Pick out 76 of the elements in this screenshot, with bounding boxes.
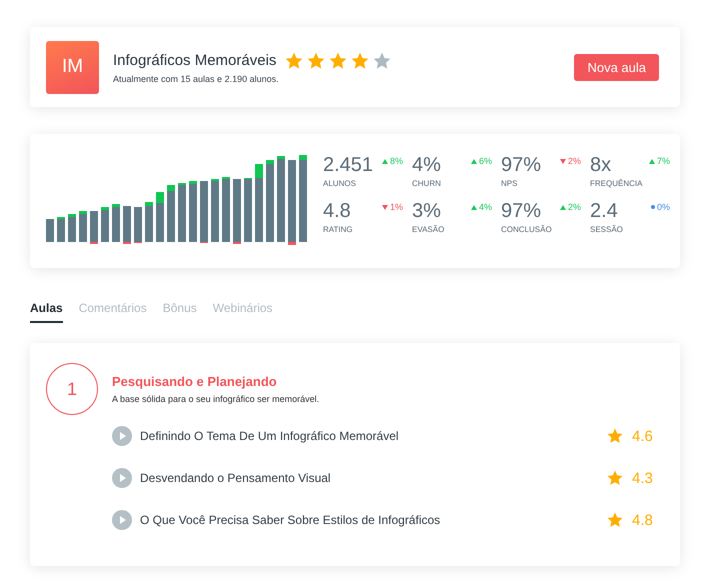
metric-change: 6% (478, 156, 492, 166)
star-icon (606, 427, 624, 445)
gain-bar (299, 155, 307, 160)
metric-value: 2.4 (590, 200, 618, 222)
metric-change: 0% (656, 202, 670, 212)
gain-bar (68, 214, 76, 217)
bar (112, 207, 120, 242)
metric-value: 2.451 (323, 154, 374, 176)
gain-bar (277, 156, 285, 159)
metric-value: 8x (590, 154, 612, 176)
course-title: Infográficos Memoráveis (113, 52, 276, 69)
lesson-rating: 4.3 (632, 470, 654, 486)
gain-bar (101, 207, 109, 210)
bar (90, 211, 98, 242)
metric-change: 7% (656, 156, 670, 166)
gain-bar (145, 202, 153, 206)
course-logo: IM (46, 40, 99, 94)
bar (222, 179, 230, 242)
metric-label: SESSÃO (590, 225, 624, 234)
gain-bar (255, 164, 263, 178)
tab[interactable]: Aulas (30, 298, 63, 323)
bar (200, 181, 208, 242)
module-title: Pesquisando e Planejando (112, 374, 278, 389)
lesson-title[interactable]: Desvendando o Pensamento Visual (140, 471, 598, 485)
metric-value: 3% (412, 200, 441, 222)
play-icon[interactable] (112, 426, 132, 446)
metric-change: 2% (568, 202, 581, 212)
play-icon[interactable] (112, 468, 132, 488)
bar (46, 219, 54, 242)
bar (134, 207, 142, 242)
metric-label: ALUNOS (323, 179, 357, 188)
bar (233, 179, 241, 242)
metric-value: 4.8 (323, 200, 351, 222)
bar (244, 179, 252, 242)
module-description: A base sólida para o seu infográfico ser memorável. (112, 394, 320, 404)
lesson-title[interactable]: O Que Você Precisa Saber Sobre Estilos de Infográficos (140, 513, 598, 527)
bar (57, 219, 65, 242)
metric-change: 8% (390, 156, 403, 166)
metric-value: 97% (501, 200, 542, 222)
metric-label: RATING (323, 225, 354, 234)
bar (68, 217, 76, 242)
metric-label: CONCLUSÃO (501, 225, 553, 234)
bar (255, 178, 263, 242)
lesson-rating: 4.8 (632, 512, 654, 528)
metric-label: CHURN (412, 179, 442, 188)
bar (167, 191, 175, 242)
metric-value: 4% (412, 154, 441, 176)
lesson-rating: 4.6 (632, 428, 654, 444)
course-subtitle: Atualmente com 15 aulas e 2.190 alunos. (113, 74, 280, 84)
metric-change: 1% (390, 202, 403, 212)
bar (101, 210, 109, 242)
loss-bar (288, 242, 296, 245)
metric-label: EVASÃO (412, 225, 446, 234)
gain-bar (79, 211, 87, 214)
gain-bar (189, 181, 197, 184)
star-icon (606, 469, 624, 487)
gain-bar (112, 204, 120, 207)
bar (178, 185, 186, 242)
metric-change: 2% (568, 156, 581, 166)
bar (189, 184, 197, 242)
metric-label: NPS (501, 179, 518, 188)
star-icon (606, 511, 624, 529)
play-icon[interactable] (112, 510, 132, 530)
module-number: 1 (46, 363, 98, 415)
metric-label: FREQUÊNCIA (590, 179, 644, 188)
gain-bar (156, 192, 164, 203)
bar (156, 203, 164, 242)
bar (211, 181, 219, 242)
lesson-title[interactable]: Definindo O Tema De Um Infográfico Memorável (140, 429, 598, 443)
bar (79, 214, 87, 242)
bar (123, 206, 131, 242)
bar (145, 206, 153, 242)
metric-value: 97% (501, 154, 542, 176)
gain-bar (266, 160, 274, 164)
metric-change: 4% (478, 202, 492, 212)
gain-bar (167, 185, 175, 191)
